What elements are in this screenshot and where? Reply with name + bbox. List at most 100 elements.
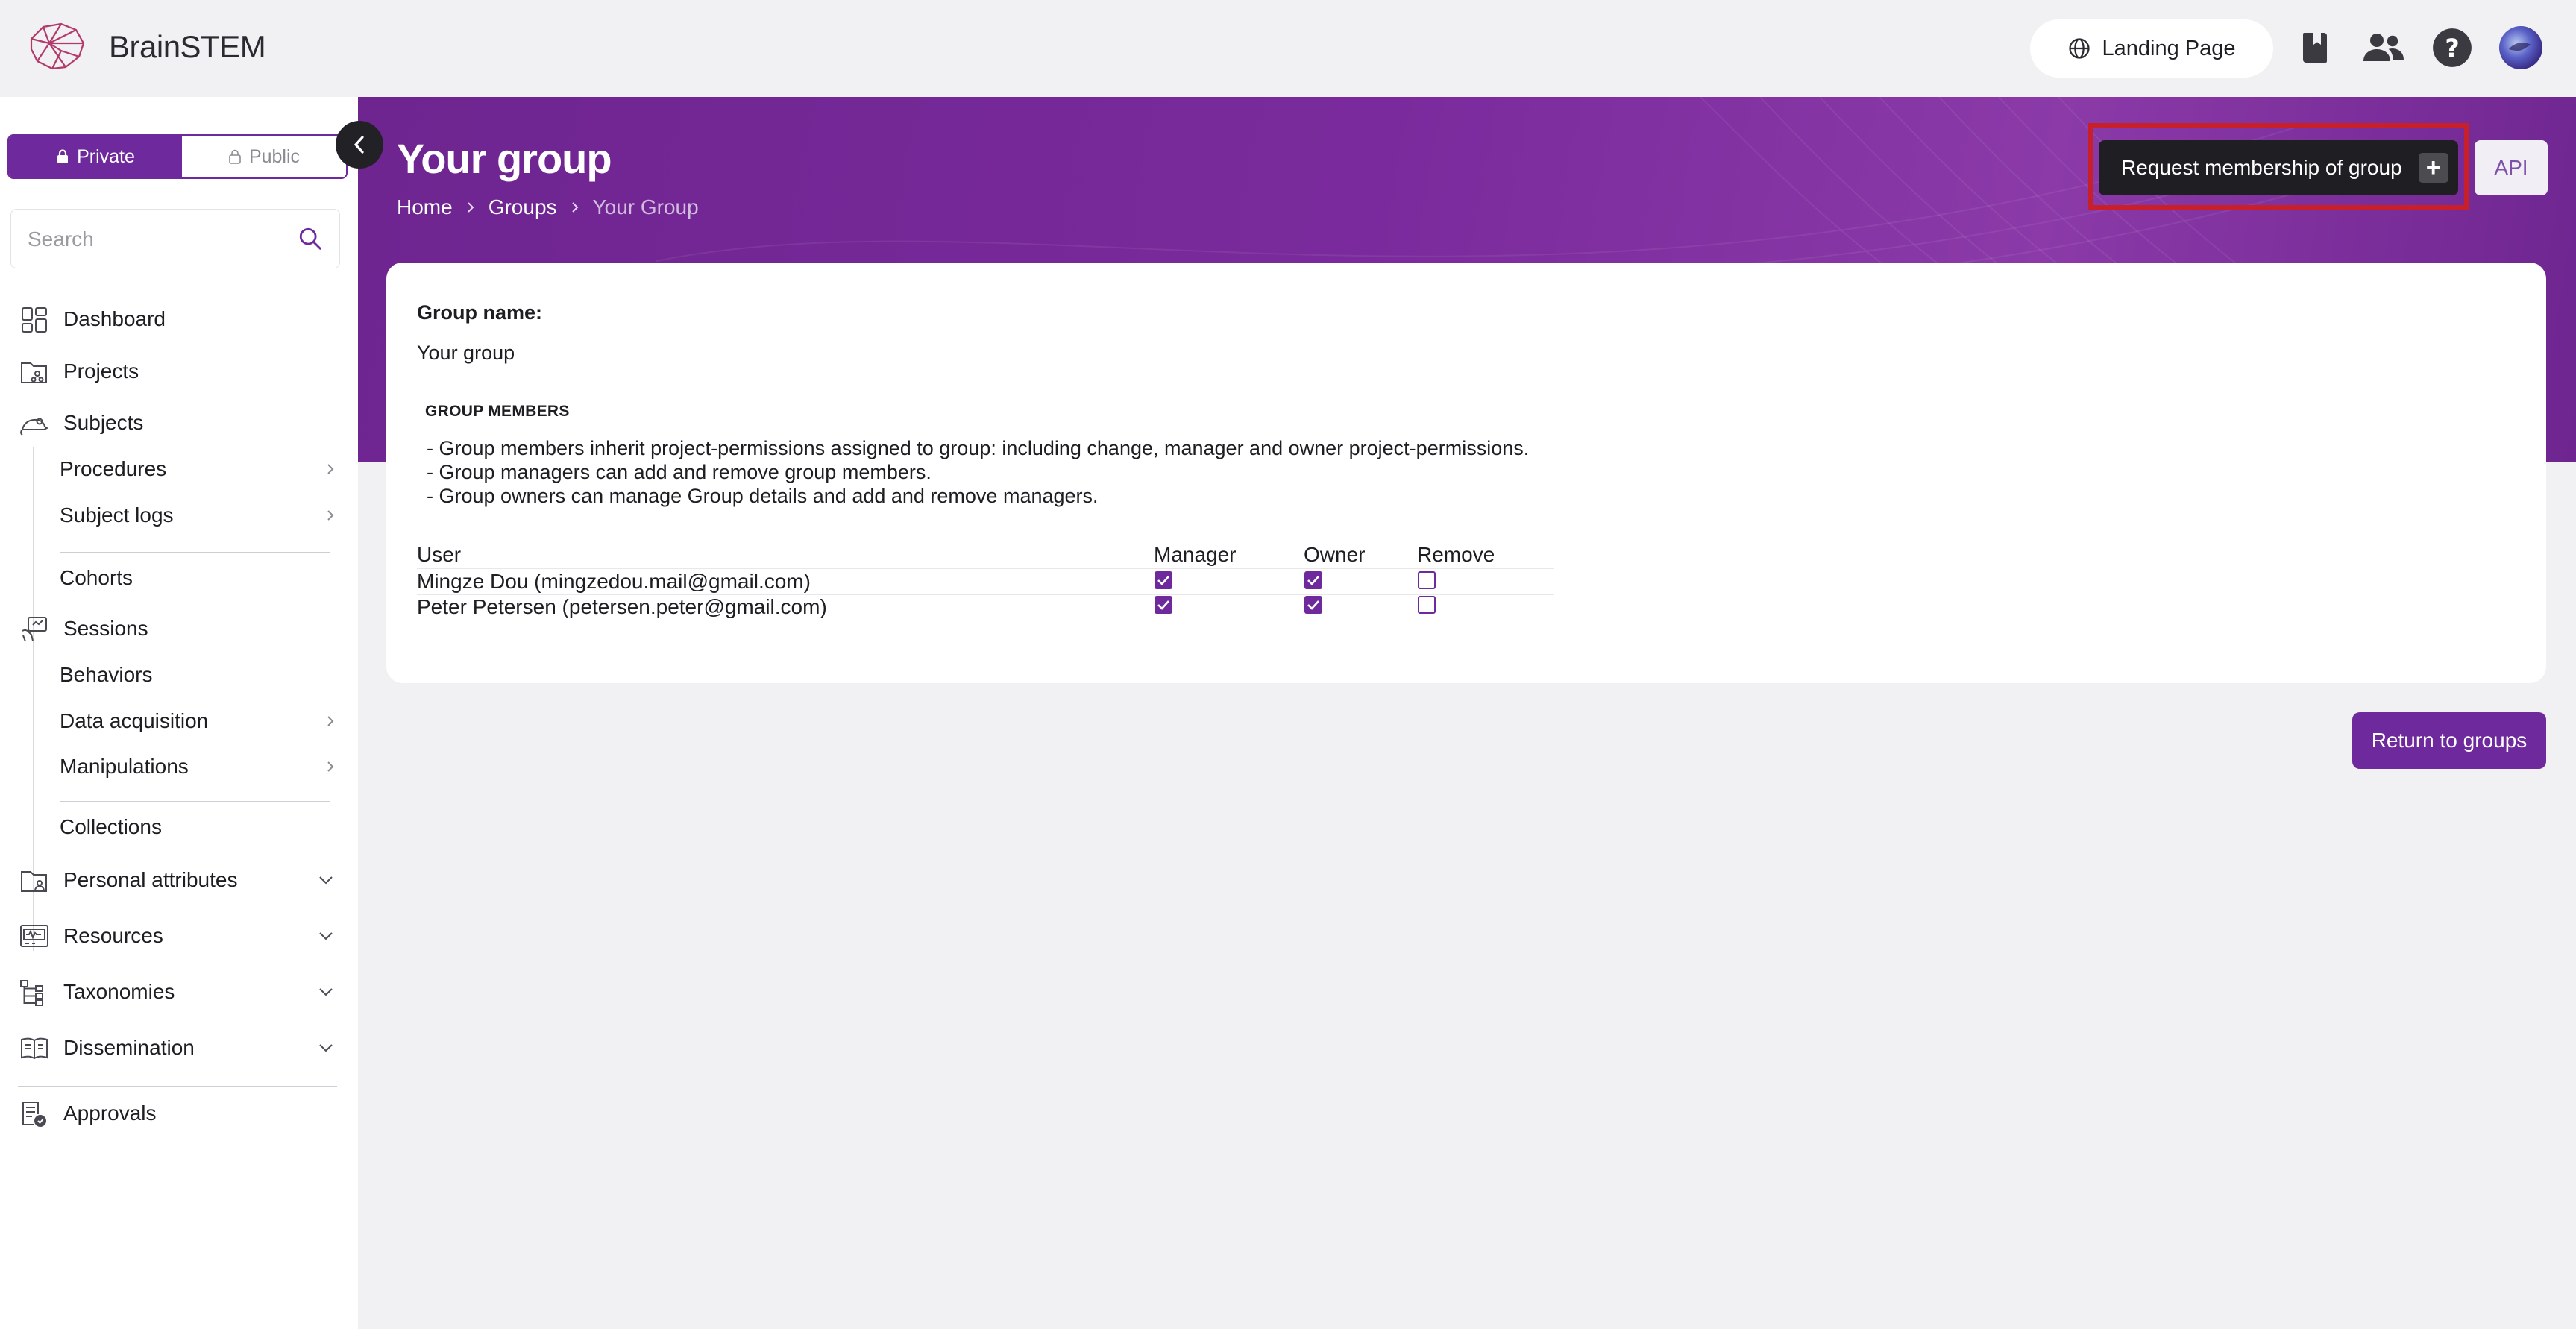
chevron-right-icon <box>327 464 334 474</box>
sidebar-item-label: Approvals <box>63 1102 157 1125</box>
public-toggle[interactable]: Public <box>182 136 346 177</box>
sessions-icon <box>22 617 47 642</box>
chevron-down-icon <box>319 932 333 940</box>
sidebar: Private Public Dashboard Projects Subjec… <box>0 97 358 1329</box>
sidebar-item-data-acquisition[interactable]: Data acquisition <box>60 702 358 741</box>
sidebar-item-label: Data acquisition <box>60 709 209 732</box>
book-icon[interactable] <box>2293 25 2338 70</box>
request-membership-label: Request membership of group <box>2121 156 2402 179</box>
open-book-icon <box>21 1037 48 1060</box>
svg-text:?: ? <box>2445 34 2460 63</box>
lock-icon <box>57 149 69 163</box>
chevron-down-icon <box>319 988 333 996</box>
person-folder-icon <box>21 871 47 892</box>
chevron-right-icon <box>571 202 578 213</box>
top-bar: BrainSTEM Landing Page ? <box>0 0 2576 97</box>
chevron-left-icon <box>354 136 364 154</box>
description-line: - Group managers can add and remove grou… <box>427 461 932 483</box>
sidebar-item-label: Subject logs <box>60 503 174 527</box>
sidebar-item-label: Cohorts <box>60 566 133 589</box>
sidebar-item-projects[interactable]: Projects <box>0 351 358 392</box>
sidebar-item-label: Personal attributes <box>63 868 238 891</box>
sidebar-item-label: Manipulations <box>60 755 189 778</box>
sidebar-item-collections[interactable]: Collections <box>60 808 358 846</box>
sessions-tree-line <box>33 653 34 951</box>
chevron-right-icon <box>327 510 334 521</box>
landing-page-label: Landing Page <box>2102 36 2236 60</box>
sidebar-item-sessions[interactable]: Sessions <box>0 608 358 650</box>
manager-checkbox[interactable] <box>1155 596 1172 614</box>
request-membership-button[interactable]: Request membership of group + <box>2099 140 2458 195</box>
sidebar-item-subject-logs[interactable]: Subject logs <box>60 496 358 535</box>
divider <box>60 801 330 802</box>
sidebar-item-label: Resources <box>63 924 163 947</box>
sidebar-item-cohorts[interactable]: Cohorts <box>60 559 358 597</box>
chevron-down-icon <box>319 876 333 885</box>
sidebar-item-procedures[interactable]: Procedures <box>60 450 358 488</box>
column-header-remove: Remove <box>1417 543 1495 566</box>
brand-name: BrainSTEM <box>109 29 266 64</box>
brand[interactable]: BrainSTEM <box>27 21 266 73</box>
sidebar-item-subjects[interactable]: Subjects <box>0 402 358 444</box>
taxonomy-tree-icon <box>20 980 43 1006</box>
column-header-manager: Manager <box>1154 543 1237 566</box>
subject-mouse-icon <box>20 418 48 436</box>
search-input[interactable] <box>26 210 298 269</box>
search-icon[interactable] <box>298 226 323 251</box>
column-header-owner: Owner <box>1304 543 1366 566</box>
api-button[interactable]: API <box>2475 140 2548 195</box>
sidebar-item-label: Procedures <box>60 457 167 480</box>
group-members-heading: GROUP MEMBERS <box>425 403 570 420</box>
breadcrumb-home[interactable]: Home <box>397 195 453 219</box>
chevron-down-icon <box>319 1044 333 1052</box>
landing-page-button[interactable]: Landing Page <box>2030 19 2273 78</box>
column-header-user: User <box>417 543 462 566</box>
manager-checkbox[interactable] <box>1155 571 1172 589</box>
table-divider <box>417 568 1554 569</box>
globe-icon <box>2068 38 2090 59</box>
sidebar-search <box>10 209 340 269</box>
public-label: Public <box>248 145 301 167</box>
breadcrumb-groups[interactable]: Groups <box>489 195 557 219</box>
group-name-value: Your group <box>417 342 515 364</box>
member-user: Mingze Dou (mingzedou.mail@gmail.com) <box>417 570 811 593</box>
remove-checkbox[interactable] <box>1418 596 1436 614</box>
chevron-right-icon <box>467 202 474 213</box>
unlock-icon <box>229 149 241 164</box>
remove-checkbox[interactable] <box>1418 571 1436 589</box>
project-folder-icon <box>21 362 47 383</box>
sidebar-item-approvals[interactable]: Approvals <box>0 1093 358 1134</box>
divider <box>18 1086 337 1087</box>
sidebar-item-personal-attributes[interactable]: Personal attributes <box>0 859 358 901</box>
private-label: Private <box>77 145 135 167</box>
help-icon[interactable]: ? <box>2430 25 2475 70</box>
users-icon[interactable] <box>2361 25 2406 70</box>
breadcrumb-current: Your Group <box>592 195 699 219</box>
sidebar-item-label: Sessions <box>63 617 148 640</box>
approvals-icon <box>22 1102 46 1127</box>
owner-checkbox[interactable] <box>1304 571 1322 589</box>
return-to-groups-button[interactable]: Return to groups <box>2352 712 2546 769</box>
description-line: - Group members inherit project-permissi… <box>427 437 1530 459</box>
chevron-right-icon <box>327 716 334 726</box>
group-name-label: Group name: <box>417 301 543 324</box>
sidebar-item-label: Projects <box>63 359 139 383</box>
brainstem-logo-icon <box>30 22 85 70</box>
dashboard-icon <box>22 307 47 333</box>
sidebar-item-label: Dashboard <box>63 307 166 330</box>
sidebar-item-resources[interactable]: Resources <box>0 915 358 957</box>
sidebar-item-label: Taxonomies <box>63 980 175 1003</box>
visibility-toggle: Private Public <box>7 134 348 179</box>
sidebar-item-label: Subjects <box>63 411 144 434</box>
resources-icon <box>20 925 48 947</box>
private-toggle[interactable]: Private <box>9 136 182 177</box>
sidebar-item-dissemination[interactable]: Dissemination <box>0 1027 358 1069</box>
avatar[interactable] <box>2498 25 2543 70</box>
collapse-sidebar-button[interactable] <box>336 121 383 169</box>
member-user: Peter Petersen (petersen.peter@gmail.com… <box>417 595 827 618</box>
sidebar-item-dashboard[interactable]: Dashboard <box>0 298 358 340</box>
sidebar-item-manipulations[interactable]: Manipulations <box>60 747 358 786</box>
owner-checkbox[interactable] <box>1304 596 1322 614</box>
sidebar-item-behaviors[interactable]: Behaviors <box>60 656 358 694</box>
sidebar-item-taxonomies[interactable]: Taxonomies <box>0 971 358 1013</box>
